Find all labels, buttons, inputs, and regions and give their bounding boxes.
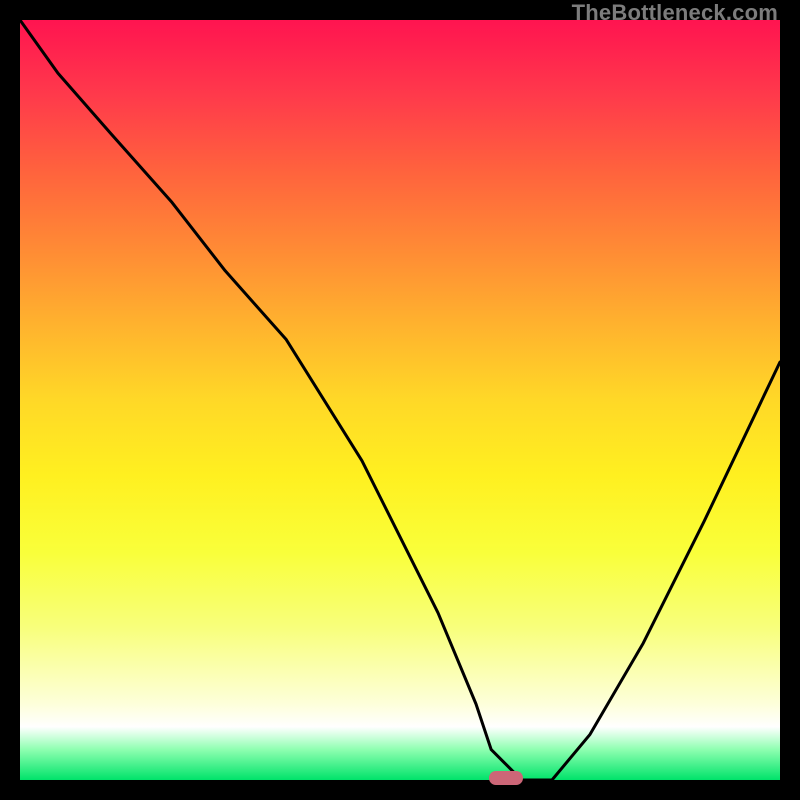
plot-area [20,20,780,780]
chart-frame: TheBottleneck.com [0,0,800,800]
optimal-marker [489,771,523,785]
bottleneck-curve [20,20,780,780]
